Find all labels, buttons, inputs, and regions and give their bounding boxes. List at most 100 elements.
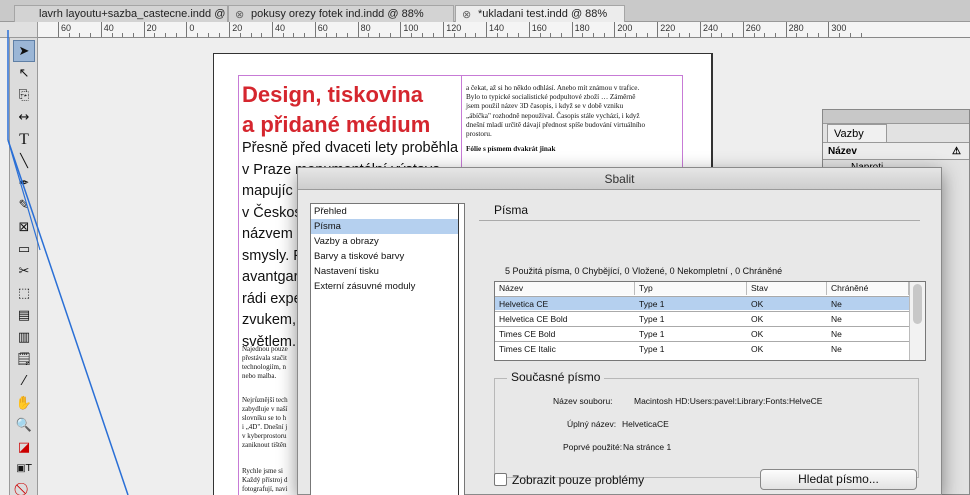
right-column-text[interactable]: a čekat, až si ho někdo odhlásí. Anebo m… (466, 84, 680, 154)
body-line: slovníku se to h (242, 414, 287, 422)
close-icon[interactable]: ⊗ (462, 8, 471, 21)
ruler-corner[interactable] (0, 22, 38, 38)
ruler-minor-tick (165, 33, 166, 37)
ruler-minor-tick (293, 33, 295, 37)
table-scrollbar[interactable] (909, 282, 925, 360)
tab-ukladani-doc[interactable]: ⊗ *ukladani test.indd @ 88% (455, 5, 625, 22)
font-protected: Ne (831, 314, 842, 324)
ruler-minor-tick (336, 33, 338, 37)
formatting-affects-container-icon[interactable]: ▣T (13, 458, 35, 480)
rectangle-frame-tool-icon[interactable]: ⊠ (13, 217, 35, 239)
body-line: prostoru. (466, 130, 492, 139)
body-text-block[interactable]: Rychle jsme si Každý přístroj d fotograf… (242, 467, 288, 494)
tab-orezy-doc[interactable]: ⊗ pokusy orezy fotek ind.indd @ 88% (228, 5, 454, 22)
body-line: dnešní mladí určitě dávají přednost spíš… (466, 120, 646, 129)
table-row[interactable]: Times CE Bold Type 1 OK Ne (495, 326, 909, 340)
column-header-protected[interactable]: Chráněné (827, 282, 909, 295)
body-text-block[interactable]: Nejrůznější tech zabydluje v naší slovní… (242, 396, 288, 450)
pen-tool-icon[interactable]: ✒ (13, 173, 35, 195)
font-type: Type 1 (639, 299, 665, 309)
body-line: zaniknout tištěn (242, 441, 287, 449)
body-line: přestávala stačit (242, 354, 287, 362)
ruler-label: 140 (489, 23, 505, 33)
free-transform-tool-icon[interactable]: ⬚ (13, 283, 35, 305)
selection-tool-icon[interactable]: ➤ (13, 40, 35, 62)
links-column-header[interactable]: Název ⚠ (823, 142, 969, 160)
find-font-button[interactable]: Hledat písmo... (760, 469, 917, 490)
ruler-tick (58, 22, 59, 37)
hand-tool-icon[interactable]: ✋ (13, 393, 35, 415)
ruler-minor-tick (282, 33, 284, 37)
eyedropper-tool-icon[interactable]: ⁄ (13, 371, 35, 393)
type-tool-icon[interactable]: T (13, 129, 35, 151)
ruler-minor-tick (849, 33, 851, 37)
font-name: Times CE Bold (499, 329, 556, 339)
ruler-tick (486, 22, 487, 37)
ruler-tick (272, 22, 273, 37)
first-used-value: Na stránce 1 (623, 442, 672, 452)
ruler-minor-tick (197, 33, 199, 37)
sidebar-item-barvy[interactable]: Barvy a tiskové barvy (311, 249, 464, 264)
column-header-type[interactable]: Typ (635, 282, 747, 295)
ruler-label: 260 (745, 23, 761, 33)
apply-none-icon[interactable]: ⃠ (13, 479, 35, 495)
ruler-minor-tick (667, 33, 669, 37)
ruler-minor-tick (764, 33, 766, 37)
column-header-status[interactable]: Stav (747, 282, 827, 295)
article-headline[interactable]: Design, tiskovina a přidané médium (242, 80, 430, 140)
table-row[interactable]: Times CE Italic Type 1 OK Ne (495, 341, 909, 355)
sidebar-item-externi-moduly[interactable]: Externí zásuvné moduly (311, 279, 464, 294)
ruler-tick (314, 22, 316, 37)
rectangle-tool-icon[interactable]: ▭ (13, 239, 35, 261)
direct-selection-tool-icon[interactable]: ↖ (13, 63, 35, 85)
sidebar-item-nastaveni-tisku[interactable]: Nastavení tisku (311, 264, 464, 279)
tab-layout-doc[interactable]: lavrh layoutu+sazba_castecne.indd @ 191% (14, 5, 228, 22)
ruler-minor-tick (432, 33, 434, 37)
tab-links[interactable]: Vazby (827, 124, 887, 142)
pencil-tool-icon[interactable]: ✎ (13, 195, 35, 217)
gradient-swatch-tool-icon[interactable]: ▤ (13, 305, 35, 327)
ruler-tick (742, 22, 744, 37)
horizontal-ruler[interactable]: 60 40 20 0 20 40 60 80 100 120 140 160 180 200 220 240 2… (38, 22, 970, 38)
ruler-minor-tick (389, 33, 391, 37)
gap-tool-icon[interactable]: ↔ (13, 107, 35, 129)
ruler-minor-tick (732, 33, 734, 37)
package-dialog: Sbalit Přehled Písma Vazby a obrazy Barv… (297, 167, 942, 495)
gradient-feather-tool-icon[interactable]: ▥ (13, 327, 35, 349)
ruler-tick (828, 22, 830, 37)
sidebar-item-pisma[interactable]: Písma (311, 219, 464, 234)
sidebar-scrollbar[interactable] (458, 204, 464, 495)
font-protected: Ne (831, 344, 842, 354)
font-type: Type 1 (639, 329, 665, 339)
show-problems-checkbox[interactable] (494, 473, 507, 486)
font-protected: Ne (831, 299, 842, 309)
show-problems-label[interactable]: Zobrazit pouze problémy (512, 473, 644, 487)
ruler-tick (700, 22, 701, 37)
fill-stroke-icon[interactable]: ◪ (13, 437, 35, 459)
page-tool-icon[interactable]: ⎘ (13, 85, 35, 107)
line-tool-icon[interactable]: ╲ (13, 151, 35, 173)
ruler-minor-tick (593, 33, 594, 37)
panel-header[interactable] (823, 110, 969, 124)
scissors-tool-icon[interactable]: ✂ (13, 261, 35, 283)
ruler-label: 160 (531, 23, 547, 33)
close-icon[interactable]: ⊗ (235, 8, 244, 21)
note-tool-icon[interactable]: 🗒 (13, 349, 35, 371)
ruler-minor-tick (411, 33, 413, 37)
font-status: OK (751, 299, 764, 309)
ruler-minor-tick (625, 33, 627, 37)
headline-line: Design, tiskovina (242, 82, 423, 107)
sidebar-item-vazby[interactable]: Vazby a obrazy (311, 234, 464, 249)
table-row[interactable]: Helvetica CE Type 1 OK Ne (495, 296, 909, 310)
table-row[interactable]: Helvetica CE Bold Type 1 OK Ne (495, 311, 909, 325)
sidebar-item-prehled[interactable]: Přehled (311, 204, 464, 219)
ruler-label: 0 (189, 23, 195, 33)
section-title: Písma (479, 203, 920, 221)
body-text-block[interactable]: Najednou pouze přestávala stačit technol… (242, 345, 288, 381)
scrollbar-thumb[interactable] (913, 284, 922, 324)
ruler-label: 60 (317, 23, 328, 33)
ruler-minor-tick (678, 33, 680, 37)
zoom-tool-icon[interactable]: 🔍 (13, 415, 35, 437)
column-header-name[interactable]: Název (495, 282, 635, 295)
ruler-minor-tick (689, 33, 691, 37)
